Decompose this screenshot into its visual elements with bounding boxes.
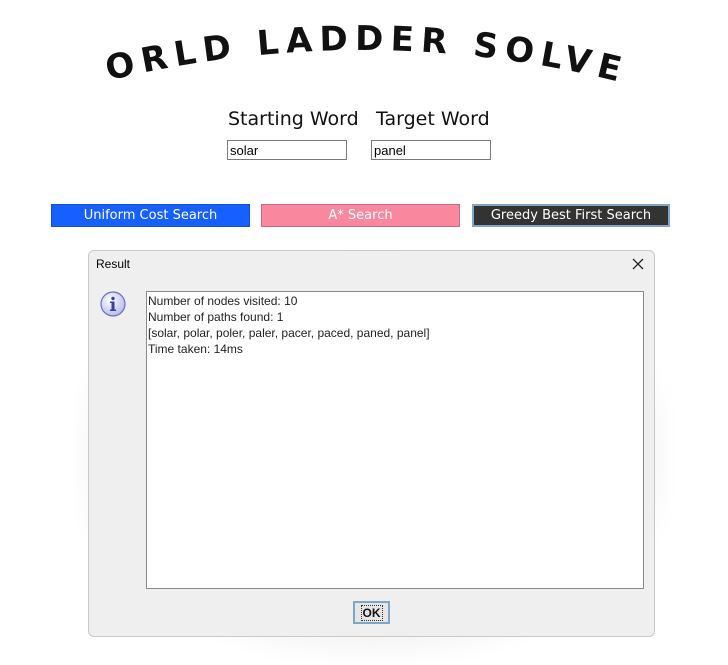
starting-word-label: Starting Word <box>228 108 359 130</box>
target-word-label: Target Word <box>376 108 490 130</box>
result-dialog: Result Number of nodes visited: 10 Numbe… <box>88 250 655 637</box>
result-text-area[interactable]: Number of nodes visited: 10 Number of pa… <box>146 291 644 589</box>
svg-text:WORLD LADDER SOLVER: WORLD LADDER SOLVER <box>0 0 632 92</box>
uniform-cost-search-button[interactable]: Uniform Cost Search <box>51 204 250 227</box>
paths-found-line: Number of paths found: 1 <box>148 310 284 324</box>
close-icon[interactable] <box>629 255 647 273</box>
greedy-best-first-search-button[interactable]: Greedy Best First Search <box>472 204 670 227</box>
nodes-visited-line: Number of nodes visited: 10 <box>148 294 298 308</box>
app-title-text: WORLD LADDER SOLVER <box>0 0 625 92</box>
target-word-input[interactable] <box>371 140 491 160</box>
a-star-search-button[interactable]: A* Search <box>261 204 460 227</box>
starting-word-input[interactable] <box>227 140 347 160</box>
ok-button-label: OK <box>360 604 383 621</box>
dialog-title: Result <box>96 257 131 271</box>
ok-button[interactable]: OK <box>353 601 390 624</box>
path-line: [solar, polar, poler, paler, pacer, pace… <box>148 326 430 340</box>
time-taken-line: Time taken: 14ms <box>148 342 243 356</box>
app-title: WORLD LADDER SOLVER <box>0 0 632 92</box>
info-icon <box>100 291 126 317</box>
